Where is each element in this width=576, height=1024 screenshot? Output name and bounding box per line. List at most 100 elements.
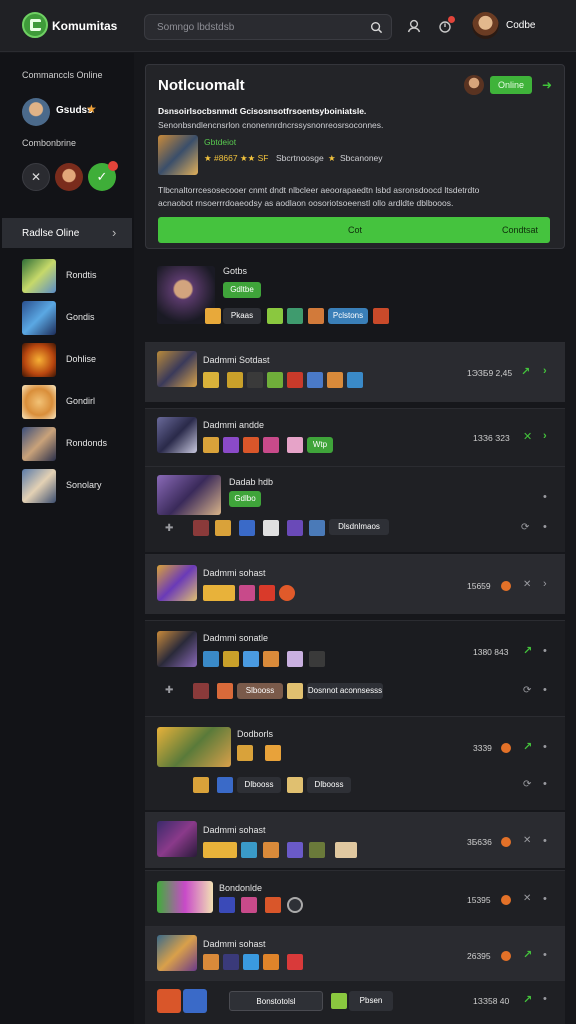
feed-item[interactable]: Dadmmi sohast 26395 ↗ • [145,926,565,980]
game-icon[interactable] [263,842,279,858]
chevron-right-icon[interactable]: › [543,365,547,377]
game-icon[interactable] [203,585,235,601]
game-icon[interactable] [217,777,233,793]
game-icon[interactable] [267,372,283,388]
game-icon[interactable] [263,437,279,453]
more-icon[interactable]: • [543,949,547,961]
game-icon[interactable] [287,683,303,699]
sidebar-game-item[interactable]: Sonolary [22,469,134,503]
feed-chip[interactable]: Dlbooss [237,777,281,793]
feed-chip[interactable]: Dlbooss [307,777,351,793]
game-icon[interactable] [217,683,233,699]
notification-action-bar[interactable]: Cot Condtsat [158,217,550,243]
feed-item[interactable]: Dadmmi sohast 3Б6З6 ✕ • [145,812,565,868]
game-icon[interactable] [215,520,231,536]
sidebar-online-toggle[interactable]: Radlse Oline › [2,218,132,248]
game-icon[interactable] [237,745,253,761]
feed-item[interactable]: Dodborls 3339 ↗ • Dlbooss Dlbooss ⟳ • [145,716,565,810]
game-icon[interactable] [223,954,239,970]
game-icon[interactable] [205,308,221,324]
feed-thumbnail[interactable] [157,631,197,667]
feed-item[interactable]: Dadmmi Sotdast 1ЭЗБ9 2,45 ↗ › [145,342,565,402]
search-icon[interactable] [370,21,383,34]
more-icon[interactable]: • [543,645,547,657]
game-icon[interactable] [309,520,325,536]
game-icon[interactable] [287,954,303,970]
sidebar-game-item[interactable]: Dohlise [22,343,134,377]
feed-chip[interactable]: Slbooss [237,683,283,699]
game-icon[interactable] [203,842,237,858]
feed-item[interactable]: Dadmmi sohast 15659 ✕ › [145,554,565,614]
action-left-label[interactable]: Cot [348,225,362,235]
friend-avatar-2[interactable] [55,163,83,191]
game-icon[interactable] [243,437,259,453]
game-icon[interactable] [309,842,325,858]
game-icon[interactable] [203,372,219,388]
game-icon[interactable] [227,372,243,388]
close-icon[interactable]: ✕ [523,893,531,904]
game-icon[interactable] [219,897,235,913]
feed-item[interactable]: Bondonlde 15395 ✕ • [145,870,565,926]
feed-tag[interactable]: Gdlbo [229,491,261,507]
feed-chip[interactable]: Dosnnot aconnsesss [307,683,383,699]
game-icon[interactable] [241,842,257,858]
search-input[interactable]: Somngo lbdstdsb [157,22,234,33]
friend-avatar[interactable] [22,98,50,126]
game-icon[interactable] [263,651,279,667]
more-icon[interactable]: • [543,741,547,753]
more-icon[interactable]: • [543,521,547,533]
feed-chip[interactable]: Bonstotolsl [229,991,323,1011]
action-right-label[interactable]: Condtsat [502,225,538,235]
game-icon[interactable] [335,842,357,858]
feed-item[interactable]: Gotbs Gdltbe Pkaas Pclstons [145,258,565,338]
chevron-right-icon[interactable]: › [543,430,547,442]
game-icon[interactable] [203,437,219,453]
feed-thumbnail[interactable] [183,989,207,1013]
feed-thumbnail[interactable] [157,727,231,767]
feed-item[interactable]: Dadmmi andde Wtp 1ЗЗ6 З23 ✕ › [145,408,565,466]
feed-chip[interactable]: Pbsen [349,991,393,1011]
game-icon[interactable] [243,954,259,970]
feed-chip[interactable]: Pclstons [328,308,368,324]
more-icon[interactable]: • [543,993,547,1005]
game-icon[interactable] [193,683,209,699]
refresh-icon[interactable]: ⟳ [523,685,531,696]
feed-thumbnail[interactable] [157,565,197,601]
sidebar-game-item[interactable]: Gondis [22,301,134,335]
feed-item[interactable]: Dadab hdb Gdlbo • ✚ Dlsdnlmaos ⟳ • [145,466,565,552]
game-icon[interactable] [265,745,281,761]
arrow-right-icon[interactable]: ➜ [542,78,552,92]
user-avatar[interactable] [472,12,499,39]
game-icon[interactable] [267,308,283,324]
feed-item[interactable]: Bonstotolsl Pbsen 1ЗЗ58 40 ↗ • [145,980,565,1024]
feed-chip[interactable]: Pkaas [223,308,261,324]
online-status-button[interactable]: Online [490,76,532,94]
game-icon[interactable] [327,372,343,388]
refresh-icon[interactable]: ⟳ [523,779,531,790]
feed-thumbnail[interactable] [157,351,197,387]
feed-badge[interactable]: Wtp [307,437,333,453]
feed-thumbnail[interactable] [157,821,197,857]
feed-thumbnail[interactable] [157,935,197,971]
close-icon[interactable]: ✕ [523,835,531,846]
more-icon[interactable]: • [543,491,547,503]
game-icon[interactable] [287,437,303,453]
more-icon[interactable]: • [543,684,547,696]
game-icon[interactable] [307,372,323,388]
game-icon[interactable] [243,651,259,667]
more-icon[interactable]: • [543,778,547,790]
search-bar[interactable]: Somngo lbdstdsb [144,14,392,40]
feed-item[interactable]: Dadmmi sonatle 1380 843 ↗ • ✚ Slbooss Do… [145,620,565,716]
game-icon[interactable] [223,651,239,667]
feed-thumbnail[interactable] [157,989,181,1013]
game-icon[interactable] [287,842,303,858]
close-icon[interactable]: ✕ [22,163,50,191]
game-thumbnail[interactable] [158,135,198,175]
more-icon[interactable]: • [543,835,547,847]
close-icon[interactable]: ✕ [523,579,531,590]
sidebar-game-item[interactable]: Rondtis [22,259,134,293]
game-icon[interactable] [239,585,255,601]
more-icon[interactable]: • [543,893,547,905]
game-icon[interactable] [347,372,363,388]
chevron-right-icon[interactable]: › [543,578,547,590]
